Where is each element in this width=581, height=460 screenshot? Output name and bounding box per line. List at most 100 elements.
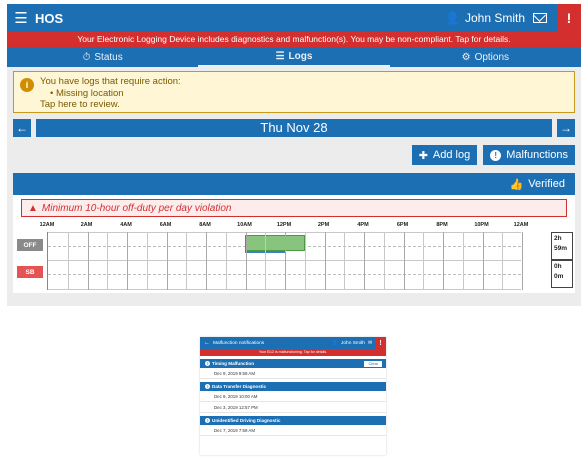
grid-column	[462, 232, 464, 290]
tab-options[interactable]: ⚙ Options	[390, 47, 581, 67]
thumbs-up-icon: 👍	[509, 178, 524, 191]
inset-user-name: John Smith	[340, 340, 365, 346]
current-date[interactable]: Thu Nov 28	[36, 119, 552, 137]
graph-grid	[47, 232, 523, 290]
warning-review-link[interactable]: Tap here to review.	[40, 99, 181, 111]
off-total: 2h 59m	[551, 232, 573, 260]
hour-label: 4PM	[357, 222, 369, 228]
hour-label: 12AM	[39, 222, 55, 228]
duty-status-graph[interactable]: 12AM 2AM 4AM 6AM 8AM 10AM 12PM 2PM 4PM 6PM 8PM 10PM…	[13, 222, 575, 292]
section-title: Unidentified Driving Diagnostic	[212, 418, 281, 423]
alert-icon[interactable]: !	[557, 4, 581, 32]
next-day-button[interactable]: →	[557, 119, 575, 137]
grid-column	[403, 232, 405, 290]
grid-column	[225, 232, 227, 290]
clock-icon: ⏱	[82, 51, 91, 63]
list-item[interactable]: Dec 9, 2019 10:00 AM	[200, 391, 386, 402]
daily-log-card: 👍 Verified ▲ Minimum 10-hour off-duty pe…	[13, 173, 575, 293]
grid-column	[146, 232, 148, 290]
malfunctions-label: Malfunctions	[506, 149, 568, 161]
back-arrow-icon[interactable]: ←	[204, 340, 210, 346]
malfunctions-button[interactable]: ! Malfunctions	[483, 145, 575, 165]
alert-icon[interactable]: !	[375, 337, 386, 349]
hour-label: 2PM	[317, 222, 330, 228]
grid-column	[166, 232, 168, 290]
warning-triangle-icon: ▲	[28, 202, 38, 214]
log-actions: ✚ Add log ! Malfunctions	[13, 145, 575, 165]
grid-column	[67, 232, 69, 290]
sb-total: 0h 0m	[551, 260, 573, 288]
off-duty-block[interactable]	[245, 235, 305, 251]
grid-column	[502, 232, 504, 290]
user-icon: 👤	[445, 11, 460, 25]
malfunction-notifications-screen: ← Malfunction notifications 👤 John Smith…	[200, 337, 386, 455]
grid-column	[383, 232, 385, 290]
hour-label: 2AM	[80, 222, 93, 228]
logs-action-warning[interactable]: i You have logs that require action: • M…	[13, 71, 575, 113]
list-item[interactable]: Dec 7, 2019 7:59 AM	[200, 425, 386, 436]
add-log-button[interactable]: ✚ Add log	[411, 145, 478, 165]
section-unidentified-driving: ? Unidentified Driving Diagnostic	[200, 416, 386, 425]
grid-column	[443, 232, 444, 290]
user-account[interactable]: 👤 John Smith	[445, 11, 525, 25]
tab-bar: ⏱ Status ☰ Logs ⚙ Options	[7, 47, 581, 67]
row-label-sb: SB	[17, 266, 43, 278]
section-title: Timing Malfunction	[212, 361, 255, 366]
hour-label: 6AM	[159, 222, 172, 228]
grid-column	[87, 232, 89, 290]
add-log-label: Add log	[432, 149, 471, 161]
tab-status-label: Status	[94, 51, 123, 63]
section-timing-malfunction: ? Timing Malfunction Clear	[200, 359, 386, 368]
clear-button[interactable]: Clear	[364, 360, 382, 367]
grid-column	[522, 232, 523, 290]
hour-label: 4AM	[120, 222, 132, 228]
violation-notice[interactable]: ▲ Minimum 10-hour off-duty per day viola…	[21, 199, 567, 217]
gears-icon: ⚙	[461, 51, 471, 63]
tab-logs-label: Logs	[288, 50, 313, 62]
grid-column	[324, 232, 326, 290]
section-title: Data Transfer Diagnostic	[212, 384, 267, 389]
inset-top-bar: ← Malfunction notifications 👤 John Smith…	[200, 337, 386, 349]
list-item[interactable]: Dec 9, 2019 9:59 AM	[200, 368, 386, 379]
row-totals: 2h 59m 0h 0m	[551, 232, 573, 288]
tab-status[interactable]: ⏱ Status	[7, 47, 198, 67]
grid-column	[423, 232, 425, 290]
hour-label: 12AM	[513, 222, 529, 228]
violation-text: Minimum 10-hour off-duty per day violati…	[41, 202, 232, 214]
date-navigator: ← Thu Nov 28 →	[13, 119, 575, 137]
hos-main-screen: ☰ HOS 👤 John Smith ! Your Electronic Log…	[7, 4, 581, 306]
tab-logs[interactable]: ☰ Logs	[198, 47, 390, 67]
inset-title: Malfunction notifications	[213, 340, 265, 346]
list-item[interactable]: Dec 3, 2019 12:57 PM	[200, 402, 386, 413]
top-app-bar: ☰ HOS 👤 John Smith !	[7, 4, 581, 32]
verified-label: Verified	[528, 178, 565, 190]
mail-icon[interactable]: ✉	[368, 341, 372, 346]
prev-day-button[interactable]: ←	[13, 119, 31, 137]
grid-column	[127, 232, 128, 290]
question-icon: ?	[205, 361, 210, 366]
grid-column	[482, 232, 484, 290]
grid-column	[304, 232, 306, 290]
mail-icon[interactable]	[533, 13, 547, 23]
grid-column	[265, 232, 267, 290]
exclamation-icon: !	[490, 149, 502, 161]
row-label-off: OFF	[17, 239, 43, 251]
stage: ☰ HOS 👤 John Smith ! Your Electronic Log…	[0, 0, 581, 460]
inset-banner[interactable]: Your ELD is malfunctioning. Tap for deta…	[200, 349, 386, 356]
user-icon: 👤	[331, 340, 338, 346]
hour-axis: 12AM 2AM 4AM 6AM 8AM 10AM 12PM 2PM 4PM 6PM 8PM 10PM…	[13, 222, 575, 232]
grid-column	[186, 232, 188, 290]
malfunction-banner[interactable]: Your Electronic Logging Device includes …	[7, 32, 581, 47]
warning-bullet: • Missing location	[50, 87, 124, 99]
grid-column	[364, 232, 365, 290]
tab-options-label: Options	[474, 51, 510, 63]
hour-label: 8PM	[436, 222, 448, 228]
hour-label: 8AM	[199, 222, 211, 228]
info-icon: i	[20, 78, 34, 92]
hamburger-menu-icon[interactable]: ☰	[7, 9, 35, 27]
hour-label: 12PM	[276, 222, 292, 228]
section-data-transfer: ? Data Transfer Diagnostic	[200, 382, 386, 391]
list-icon: ☰	[275, 50, 285, 62]
grid-column	[245, 232, 247, 290]
log-card-header: 👍 Verified	[13, 173, 575, 195]
